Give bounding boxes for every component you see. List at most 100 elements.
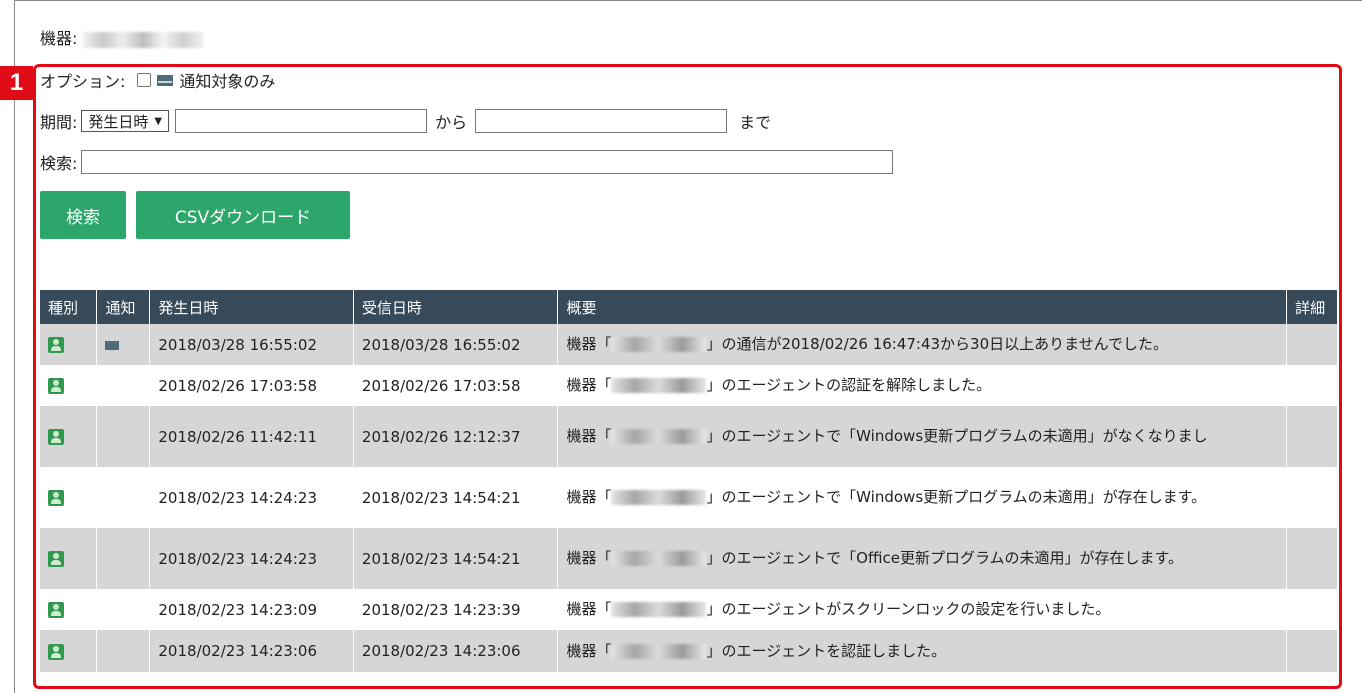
period-from-text: から xyxy=(435,113,468,132)
period-type-select[interactable]: 発生日時 ▼ xyxy=(81,110,170,132)
event-table: 種別 通知 発生日時 受信日時 概要 詳細 2018/03/28 16:55:0… xyxy=(40,290,1338,672)
period-label: 期間: xyxy=(40,113,78,132)
period-to-input[interactable] xyxy=(475,109,728,133)
type-cell xyxy=(40,324,98,365)
summary-text: 」の通信が2018/02/26 16:47:43から30日以上ありませんでした。 xyxy=(706,335,1168,353)
occurred-cell: 2018/02/26 17:03:58 xyxy=(149,365,354,406)
summary-text: 」のエージェントで「Windows更新プログラムの未適用」がなくなりまし xyxy=(706,427,1208,445)
table-row[interactable]: 2018/03/28 16:55:02 2018/03/28 16:55:02 … xyxy=(40,324,1338,365)
device-name-redacted xyxy=(611,551,707,566)
received-cell: 2018/02/26 17:03:58 xyxy=(353,365,559,406)
period-type-value: 発生日時 xyxy=(88,112,149,131)
agent-icon xyxy=(48,643,64,660)
summary-cell: 機器「 」のエージェントの認証を解除しました。 xyxy=(557,365,1288,406)
detail-cell[interactable] xyxy=(1286,324,1338,365)
type-cell xyxy=(40,528,98,589)
notify-cell xyxy=(96,528,151,589)
device-name-redacted xyxy=(611,643,707,659)
type-cell xyxy=(40,365,98,406)
device-name-redacted xyxy=(611,429,707,444)
received-cell: 2018/02/26 12:12:37 xyxy=(353,406,559,467)
received-cell: 2018/02/23 14:54:21 xyxy=(353,467,559,528)
detail-cell[interactable] xyxy=(1286,589,1338,630)
summary-prefix: 機器「 xyxy=(566,549,612,567)
column-header-summary: 概要 xyxy=(557,290,1288,324)
occurred-cell: 2018/02/23 14:24:23 xyxy=(149,467,354,528)
period-to-text: まで xyxy=(739,113,772,132)
csv-download-button[interactable]: CSVダウンロード xyxy=(136,191,350,239)
device-name-redacted xyxy=(82,31,203,48)
detail-cell[interactable] xyxy=(1286,630,1338,672)
table-header-row: 種別 通知 発生日時 受信日時 概要 詳細 xyxy=(40,290,1338,324)
table-row[interactable]: 2018/02/26 11:42:11 2018/02/26 12:12:37 … xyxy=(40,406,1338,467)
occurred-cell: 2018/02/23 14:23:06 xyxy=(149,630,354,672)
notify-cell xyxy=(96,365,151,406)
summary-cell: 機器「 」のエージェントで「Windows更新プログラムの未適用」が存在します。 xyxy=(557,467,1288,528)
summary-cell: 機器「 」のエージェントで「Office更新プログラムの未適用」が存在します。 xyxy=(557,528,1288,589)
device-label: 機器: xyxy=(40,29,78,48)
search-input[interactable] xyxy=(81,150,894,174)
agent-icon xyxy=(48,602,64,618)
chevron-down-icon: ▼ xyxy=(154,115,163,127)
table-row[interactable]: 2018/02/26 17:03:58 2018/02/26 17:03:58 … xyxy=(40,365,1338,406)
column-header-detail: 詳細 xyxy=(1286,290,1338,324)
summary-prefix: 機器「 xyxy=(566,427,612,445)
summary-text: 」のエージェントで「Office更新プログラムの未適用」が存在します。 xyxy=(706,549,1184,567)
column-header-notify: 通知 xyxy=(96,290,151,324)
agent-icon xyxy=(48,429,64,445)
mail-icon xyxy=(157,74,174,86)
occurred-cell: 2018/02/23 14:23:09 xyxy=(149,589,354,630)
callout-number: 1 xyxy=(0,66,33,100)
summary-prefix: 機器「 xyxy=(566,488,612,506)
notify-only-label[interactable]: 通知対象のみ xyxy=(179,68,275,92)
summary-prefix: 機器「 xyxy=(566,335,612,353)
received-cell: 2018/02/23 14:54:21 xyxy=(353,528,559,589)
summary-text: 」のエージェントの認証を解除しました。 xyxy=(706,376,992,394)
summary-prefix: 機器「 xyxy=(566,641,612,660)
type-cell xyxy=(40,406,98,467)
period-from-input[interactable] xyxy=(175,109,428,133)
summary-cell: 機器「 」のエージェントで「Windows更新プログラムの未適用」がなくなりまし xyxy=(557,406,1288,467)
device-name-redacted xyxy=(611,602,707,617)
summary-cell: 機器「 」のエージェントを認証しました。 xyxy=(557,630,1288,672)
column-header-type: 種別 xyxy=(40,290,98,324)
device-name-redacted xyxy=(611,378,707,393)
table-row[interactable]: 2018/02/23 14:23:06 2018/02/23 14:23:06 … xyxy=(40,630,1338,672)
notify-cell xyxy=(96,467,151,528)
occurred-cell: 2018/02/26 11:42:11 xyxy=(149,406,354,467)
notify-cell xyxy=(96,589,151,630)
table-row[interactable]: 2018/02/23 14:23:09 2018/02/23 14:23:39 … xyxy=(40,589,1338,630)
agent-icon xyxy=(48,337,64,353)
device-name-redacted xyxy=(611,337,707,352)
notify-only-checkbox[interactable] xyxy=(137,73,152,87)
column-header-occurred: 発生日時 xyxy=(149,290,354,324)
type-cell xyxy=(40,589,98,630)
column-header-received: 受信日時 xyxy=(353,290,559,324)
table-row[interactable]: 2018/02/23 14:24:23 2018/02/23 14:54:21 … xyxy=(40,467,1338,528)
occurred-cell: 2018/02/23 14:24:23 xyxy=(149,528,354,589)
detail-cell[interactable] xyxy=(1286,467,1338,528)
notify-cell xyxy=(96,406,151,467)
notify-cell xyxy=(96,630,151,672)
received-cell: 2018/02/23 14:23:06 xyxy=(353,630,559,672)
search-label: 検索: xyxy=(40,154,78,173)
received-cell: 2018/02/23 14:23:39 xyxy=(353,589,559,630)
table-row[interactable]: 2018/02/23 14:24:23 2018/02/23 14:54:21 … xyxy=(40,528,1338,589)
period-row: 期間: 発生日時 ▼ から まで xyxy=(40,108,771,134)
detail-cell[interactable] xyxy=(1286,365,1338,406)
type-cell xyxy=(40,467,98,528)
type-cell xyxy=(40,630,98,672)
summary-text: 」のエージェントで「Windows更新プログラムの未適用」が存在します。 xyxy=(706,488,1207,506)
notify-cell xyxy=(96,324,151,365)
search-button[interactable]: 検索 xyxy=(40,191,126,239)
received-cell: 2018/03/28 16:55:02 xyxy=(353,324,559,365)
agent-icon xyxy=(48,378,64,394)
summary-prefix: 機器「 xyxy=(566,376,612,394)
detail-cell[interactable] xyxy=(1286,528,1338,589)
options-row: オプション: 通知対象のみ xyxy=(40,68,275,92)
device-line: 機器: xyxy=(40,25,203,49)
mail-icon xyxy=(105,340,120,350)
search-row: 検索: xyxy=(40,148,894,176)
agent-icon xyxy=(48,551,64,567)
detail-cell[interactable] xyxy=(1286,406,1338,467)
